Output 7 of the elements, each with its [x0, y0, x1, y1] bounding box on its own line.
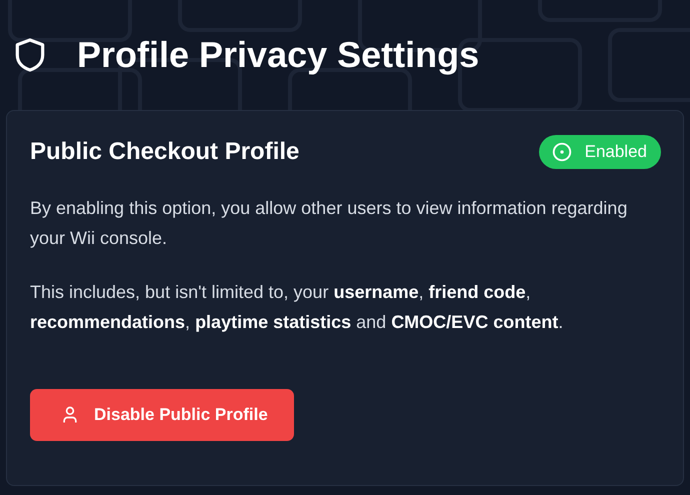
page-title: Profile Privacy Settings [77, 34, 480, 76]
card-title: Public Checkout Profile [30, 138, 300, 166]
status-badge: Enabled [538, 135, 661, 169]
description-text: This includes, but isn't limited to, your username, friend code, recommendations, playtime statistics and CMOC/EVC content. [30, 281, 564, 334]
status-icon [550, 141, 573, 163]
disable-button[interactable]: Disable Public Profile [30, 389, 294, 441]
description-text: By enabling this option, you allow other users to view information regarding your Wii console. [30, 197, 628, 250]
